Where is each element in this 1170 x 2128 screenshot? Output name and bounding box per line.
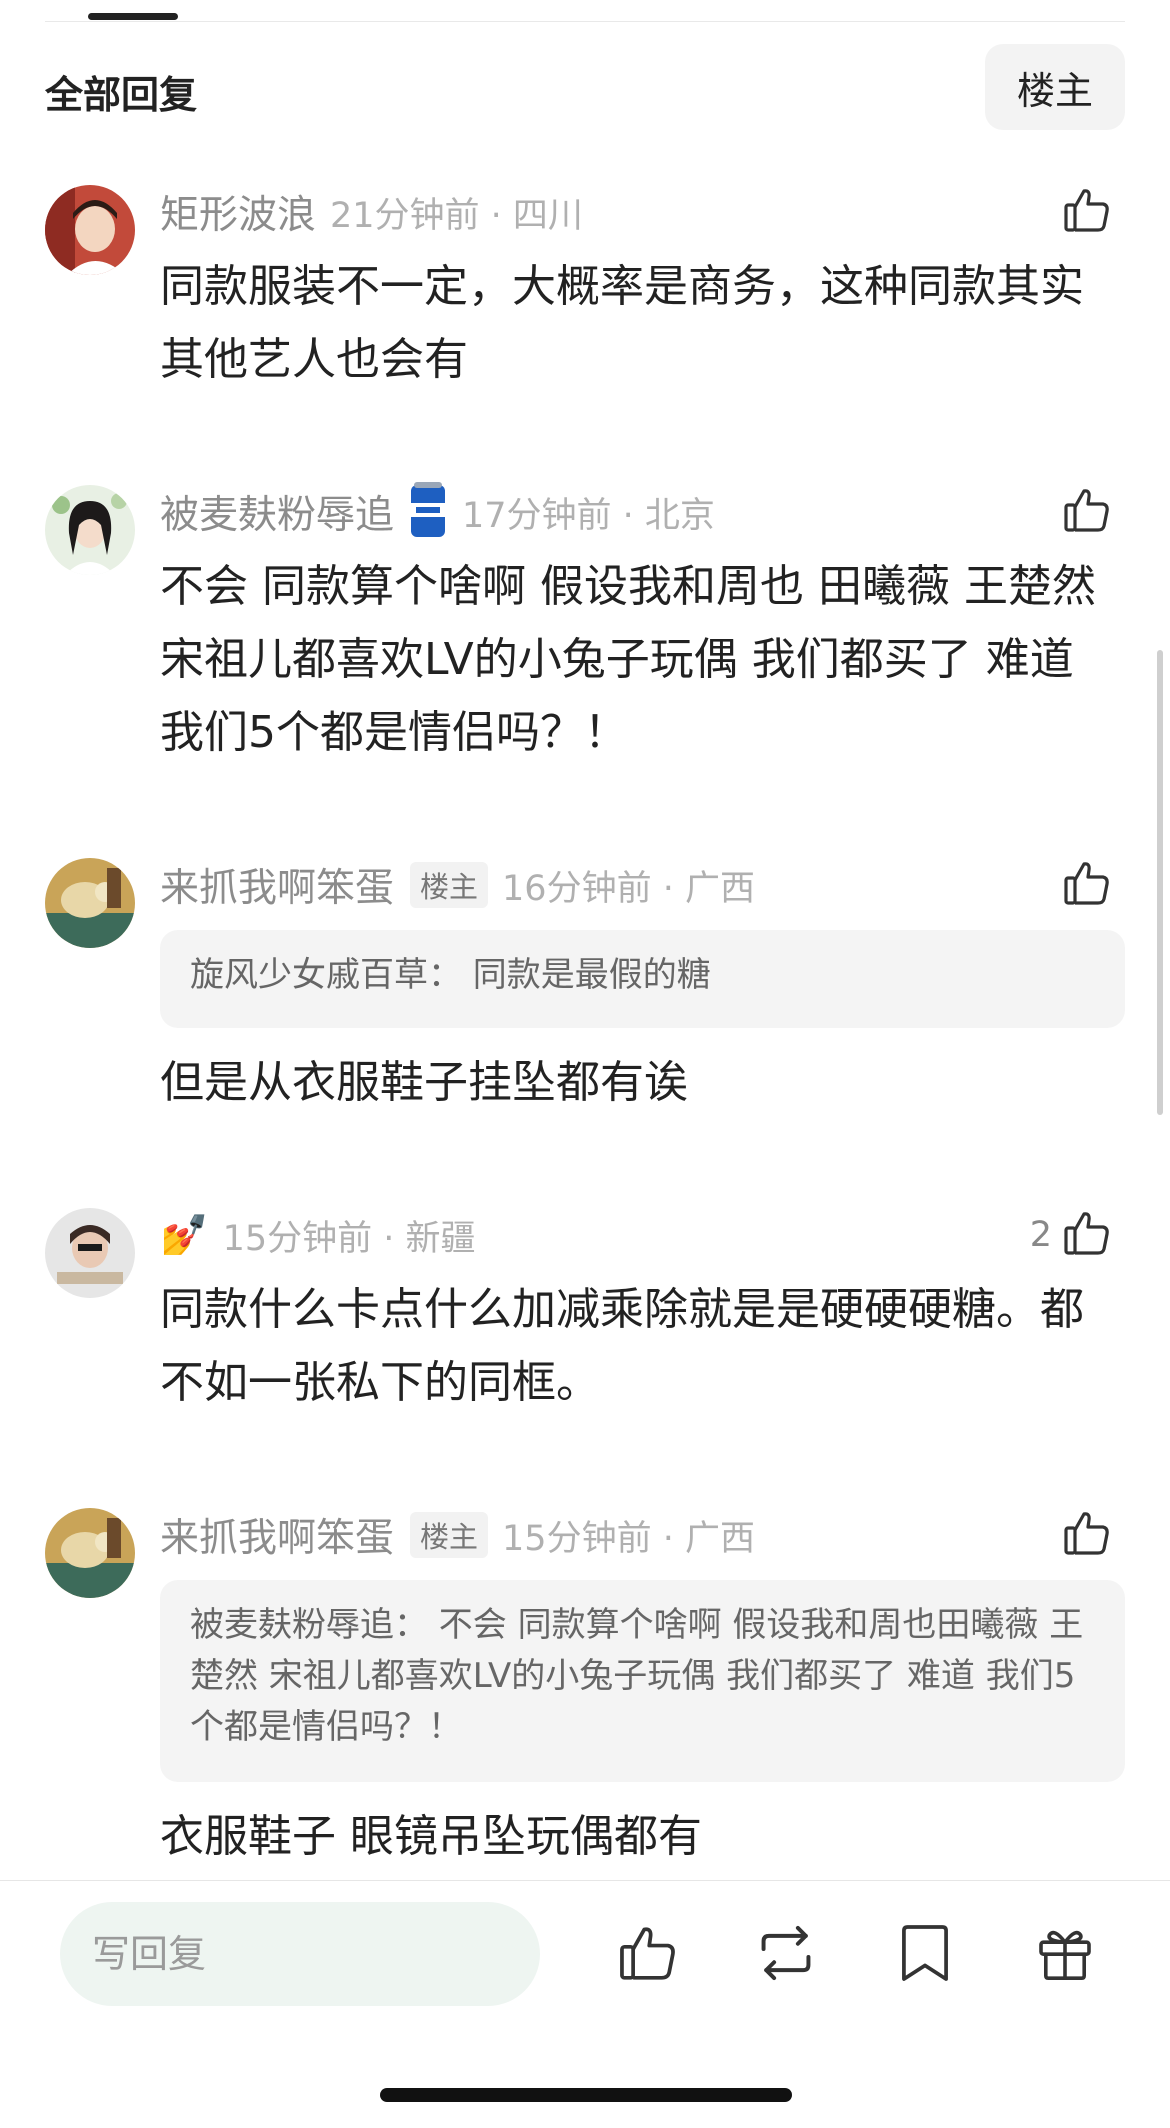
username[interactable]: 来抓我啊笨蛋: [160, 1507, 394, 1563]
quoted-reply[interactable]: 被麦麸粉辱追： 不会 同款算个啥啊 假设我和周也田曦薇 王楚然 宋祖儿都喜欢LV…: [160, 1580, 1125, 1782]
quoted-reply[interactable]: 旋风少女戚百草： 同款是最假的糖: [160, 930, 1125, 1028]
replies-header: 全部回复 楼主: [45, 44, 1125, 130]
avatar[interactable]: [45, 858, 135, 948]
scrollbar[interactable]: [1157, 650, 1163, 1115]
blue-can-icon: [408, 481, 448, 543]
avatar[interactable]: [45, 1508, 135, 1598]
time-location: 17分钟前 · 北京: [462, 495, 715, 536]
comment-meta: 来抓我啊笨蛋 楼主 15分钟前 · 广西: [160, 1505, 755, 1565]
gift-button[interactable]: [1032, 1922, 1098, 1988]
thumbs-up-icon: [1062, 1508, 1112, 1562]
top-tab-indicator: [88, 13, 178, 20]
like-button[interactable]: 2: [1030, 1205, 1112, 1265]
time-location: 15分钟前 · 新疆: [222, 1218, 476, 1259]
avatar[interactable]: [45, 485, 135, 575]
comment-body: 但是从衣服鞋子挂坠都有诶: [160, 1057, 688, 1108]
comment-body: 衣服鞋子 眼镜吊坠玩偶都有: [160, 1811, 702, 1862]
like-button[interactable]: [1062, 182, 1112, 242]
thumbs-up-icon: [1062, 858, 1112, 912]
bookmark-button[interactable]: [892, 1922, 958, 1988]
avatar[interactable]: [45, 185, 135, 275]
username[interactable]: 💅: [160, 1212, 209, 1258]
comment-meta: 💅 15分钟前 · 新疆: [160, 1205, 475, 1265]
bottom-divider: [0, 1880, 1170, 1881]
avatar[interactable]: [45, 1208, 135, 1298]
op-badge: 楼主: [410, 862, 489, 908]
home-indicator: [380, 2088, 792, 2102]
bookmark-icon: [897, 1922, 953, 1988]
op-badge: 楼主: [410, 1512, 489, 1558]
comment-meta: 被麦麸粉辱追 17分钟前 · 北京: [160, 482, 715, 542]
username[interactable]: 被麦麸粉辱追: [160, 484, 394, 540]
like-post-button[interactable]: [615, 1922, 681, 1988]
like-button[interactable]: [1062, 1505, 1112, 1565]
like-button[interactable]: [1062, 482, 1112, 542]
time-location: 16分钟前 · 广西: [502, 868, 755, 909]
op-only-button[interactable]: 楼主: [985, 44, 1125, 130]
comment-meta: 来抓我啊笨蛋 楼主 16分钟前 · 广西: [160, 855, 755, 915]
all-replies-title: 全部回复: [45, 73, 198, 117]
username[interactable]: 来抓我啊笨蛋: [160, 857, 394, 913]
comment-body: 不会 同款算个啥啊 假设我和周也 田曦薇 王楚然 宋祖儿都喜欢LV的小兔子玩偶 …: [160, 561, 1096, 758]
reply-input[interactable]: [60, 1902, 540, 2006]
repost-button[interactable]: [753, 1922, 819, 1988]
repost-icon: [753, 1920, 819, 1990]
time-location: 21分钟前 · 四川: [330, 195, 583, 236]
thumbs-up-icon: [1062, 185, 1112, 239]
time-location: 15分钟前 · 广西: [502, 1518, 755, 1559]
like-button[interactable]: [1062, 855, 1112, 915]
comment-body: 同款什么卡点什么加减乘除就是是硬硬硬糖。都不如一张私下的同框。: [160, 1284, 1084, 1408]
like-count: 2: [1029, 1215, 1052, 1255]
gift-icon: [1035, 1922, 1095, 1988]
comment-meta: 矩形波浪 21分钟前 · 四川: [160, 182, 583, 242]
comment-body: 同款服装不一定，大概率是商务，这种同款其实其他艺人也会有: [160, 261, 1084, 385]
thumbs-up-icon: [617, 1922, 679, 1988]
thumbs-up-icon: [1062, 485, 1112, 539]
top-divider: [45, 21, 1125, 22]
thumbs-up-icon: [1062, 1208, 1112, 1262]
username[interactable]: 矩形波浪: [160, 184, 316, 240]
